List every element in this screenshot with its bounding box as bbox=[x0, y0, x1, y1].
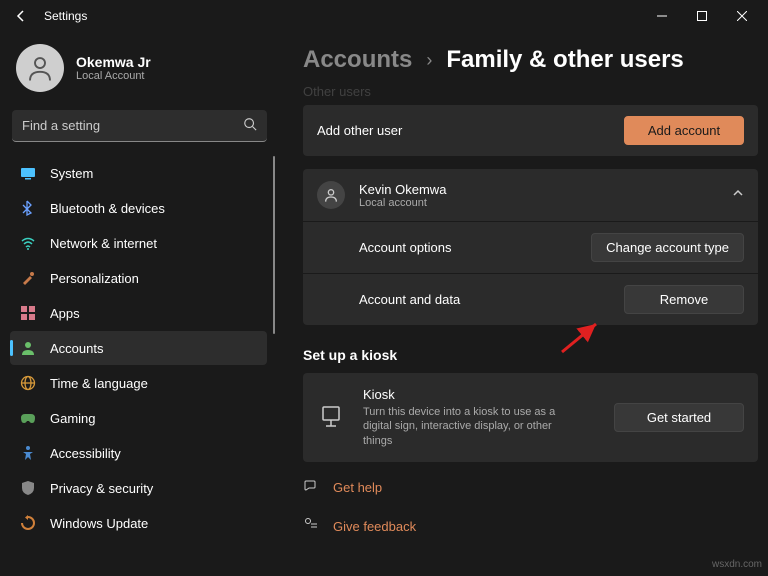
profile-sub: Local Account bbox=[76, 70, 151, 82]
search-box bbox=[12, 110, 267, 142]
person-icon bbox=[323, 187, 339, 203]
user-avatar bbox=[317, 181, 345, 209]
globe-icon bbox=[20, 375, 36, 391]
sidebar-item-bluetooth-devices[interactable]: Bluetooth & devices bbox=[10, 191, 267, 225]
feedback-icon bbox=[303, 516, 319, 537]
sidebar-item-label: Bluetooth & devices bbox=[50, 201, 165, 216]
profile-name: Okemwa Jr bbox=[76, 54, 151, 70]
avatar bbox=[16, 44, 64, 92]
person-icon bbox=[25, 53, 55, 83]
get-help-link[interactable]: Get help bbox=[333, 480, 382, 495]
kiosk-heading: Set up a kiosk bbox=[303, 347, 758, 363]
account-data-label: Account and data bbox=[359, 292, 460, 307]
add-account-button[interactable]: Add account bbox=[624, 116, 744, 145]
section-heading-cut: Other users bbox=[303, 84, 758, 99]
close-icon bbox=[737, 11, 747, 21]
user-name: Kevin Okemwa bbox=[359, 182, 446, 197]
access-icon bbox=[20, 445, 36, 461]
give-feedback-link[interactable]: Give feedback bbox=[333, 519, 416, 534]
apps-icon bbox=[20, 305, 36, 321]
sidebar-item-apps[interactable]: Apps bbox=[10, 296, 267, 330]
shield-icon bbox=[20, 480, 36, 496]
sidebar-item-network-internet[interactable]: Network & internet bbox=[10, 226, 267, 260]
sidebar-item-label: System bbox=[50, 166, 93, 181]
get-started-button[interactable]: Get started bbox=[614, 403, 744, 432]
minimize-icon bbox=[657, 11, 667, 21]
window-title: Settings bbox=[44, 9, 87, 23]
account-options-label: Account options bbox=[359, 240, 452, 255]
close-button[interactable] bbox=[722, 2, 762, 30]
help-icon bbox=[303, 477, 319, 498]
sidebar-item-gaming[interactable]: Gaming bbox=[10, 401, 267, 435]
feedback-link-row: Give feedback bbox=[303, 513, 758, 540]
sidebar-item-system[interactable]: System bbox=[10, 156, 267, 190]
sidebar-item-label: Personalization bbox=[50, 271, 139, 286]
account-data-row: Account and data Remove bbox=[303, 273, 758, 325]
sidebar-item-label: Apps bbox=[50, 306, 80, 321]
add-user-row: Add other user Add account bbox=[303, 105, 758, 156]
kiosk-desc: Turn this device into a kiosk to use as … bbox=[363, 405, 573, 448]
bluetooth-icon bbox=[20, 200, 36, 216]
scrollbar[interactable] bbox=[273, 156, 275, 334]
nav-list: System Bluetooth & devices Network & inter… bbox=[10, 156, 275, 540]
help-link-row: Get help bbox=[303, 474, 758, 501]
sidebar: Okemwa Jr Local Account System Bluetooth … bbox=[0, 32, 275, 576]
minimize-button[interactable] bbox=[642, 2, 682, 30]
profile-block[interactable]: Okemwa Jr Local Account bbox=[10, 40, 275, 110]
sidebar-item-accessibility[interactable]: Accessibility bbox=[10, 436, 267, 470]
kiosk-icon bbox=[317, 406, 345, 428]
sidebar-item-label: Accounts bbox=[50, 341, 103, 356]
search-icon bbox=[243, 117, 257, 136]
sidebar-item-privacy-security[interactable]: Privacy & security bbox=[10, 471, 267, 505]
sidebar-item-label: Privacy & security bbox=[50, 481, 153, 496]
sidebar-item-time-language[interactable]: Time & language bbox=[10, 366, 267, 400]
search-input[interactable] bbox=[12, 110, 267, 142]
chevron-right-icon: › bbox=[426, 50, 432, 71]
brush-icon bbox=[20, 270, 36, 286]
chevron-up-icon bbox=[732, 186, 744, 204]
sidebar-item-label: Time & language bbox=[50, 376, 148, 391]
sidebar-item-label: Network & internet bbox=[50, 236, 157, 251]
remove-button[interactable]: Remove bbox=[624, 285, 744, 314]
sidebar-item-accounts[interactable]: Accounts bbox=[10, 331, 267, 365]
update-icon bbox=[20, 515, 36, 531]
sidebar-item-label: Gaming bbox=[50, 411, 96, 426]
maximize-icon bbox=[697, 11, 707, 21]
page-title: Family & other users bbox=[446, 46, 683, 74]
user-expander[interactable]: Kevin Okemwa Local account bbox=[303, 169, 758, 221]
sidebar-item-label: Windows Update bbox=[50, 516, 148, 531]
breadcrumb-root[interactable]: Accounts bbox=[303, 46, 412, 74]
breadcrumb: Accounts › Family & other users bbox=[303, 46, 758, 74]
system-icon bbox=[20, 165, 36, 181]
change-account-type-button[interactable]: Change account type bbox=[591, 233, 744, 262]
account-options-row: Account options Change account type bbox=[303, 221, 758, 273]
arrow-left-icon bbox=[13, 8, 29, 24]
person-icon bbox=[20, 340, 36, 356]
kiosk-title: Kiosk bbox=[363, 387, 573, 402]
sidebar-item-windows-update[interactable]: Windows Update bbox=[10, 506, 267, 540]
sidebar-item-label: Accessibility bbox=[50, 446, 121, 461]
watermark: wsxdn.com bbox=[712, 559, 762, 570]
sidebar-item-personalization[interactable]: Personalization bbox=[10, 261, 267, 295]
add-user-label: Add other user bbox=[317, 123, 402, 138]
maximize-button[interactable] bbox=[682, 2, 722, 30]
kiosk-card: Kiosk Turn this device into a kiosk to u… bbox=[303, 373, 758, 462]
back-button[interactable] bbox=[6, 1, 36, 31]
game-icon bbox=[20, 410, 36, 426]
main-content: Accounts › Family & other users Other us… bbox=[275, 32, 768, 576]
wifi-icon bbox=[20, 235, 36, 251]
user-sub: Local account bbox=[359, 197, 446, 209]
